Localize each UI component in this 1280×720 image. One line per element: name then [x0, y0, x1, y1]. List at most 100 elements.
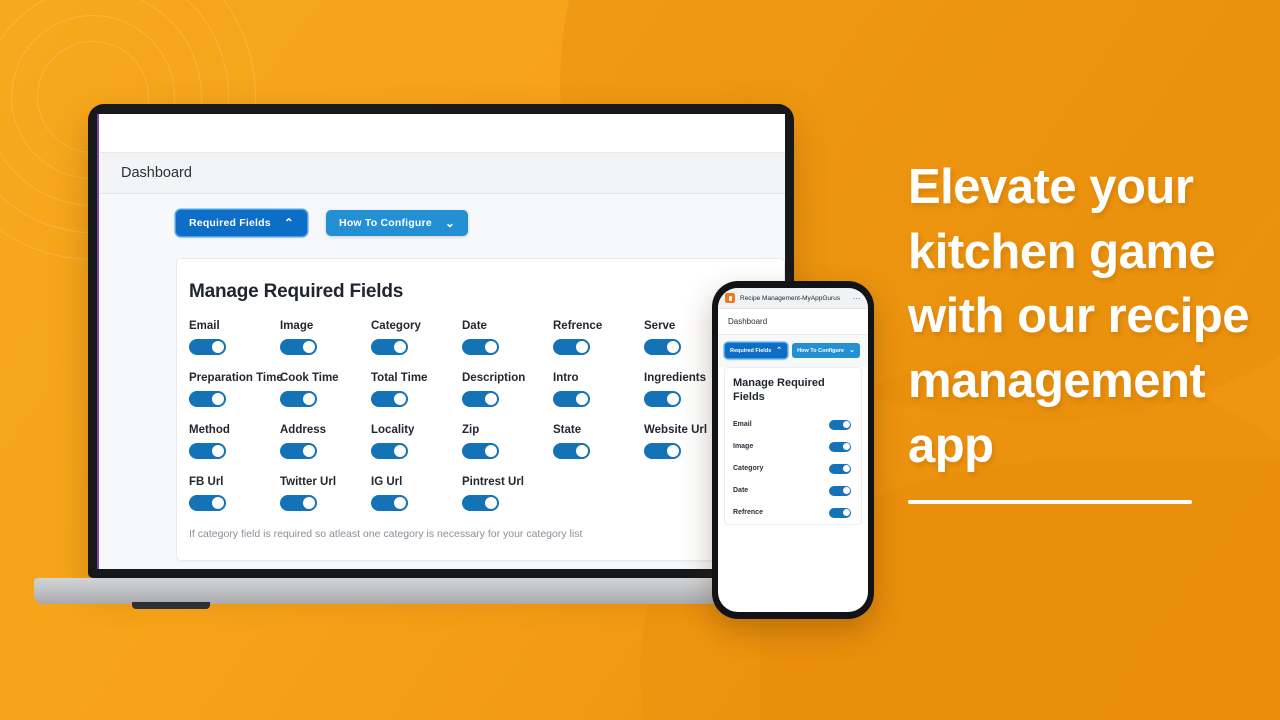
required-fields-grid: Email Image Category Date Refrence Serve Prepa… [177, 320, 784, 511]
required-field-item: State [553, 424, 644, 459]
laptop-foot [132, 602, 210, 609]
required-field-toggle[interactable] [371, 443, 408, 459]
phone-required-field-item: Category [733, 458, 853, 480]
required-field-toggle[interactable] [553, 339, 590, 355]
page-body: Required Fields ⌃ How To Configure ⌄ Man… [99, 194, 785, 569]
required-field-toggle[interactable] [280, 443, 317, 459]
phone-required-field-toggle[interactable] [829, 507, 851, 518]
phone-required-field-item: Date [733, 480, 853, 502]
required-field-item: Intro [553, 372, 644, 407]
required-field-label: Description [462, 372, 526, 384]
required-field-label: Email [189, 320, 220, 332]
promo-headline: Elevate your kitchen game with our recip… [908, 160, 1250, 473]
phone-how-to-configure-button[interactable]: How To Configure ⌄ [792, 343, 860, 358]
required-fields-row: Method Address Locality Zip State Website Url [189, 424, 784, 459]
required-field-label: Date [462, 320, 487, 332]
phone-required-field-toggle[interactable] [829, 485, 851, 496]
required-field-item: Zip [462, 424, 553, 459]
required-field-toggle[interactable] [462, 339, 499, 355]
phone-required-field-label: Date [733, 487, 749, 494]
required-field-item: Twitter Url [280, 476, 371, 511]
chevron-down-icon: ⌄ [444, 216, 456, 230]
required-fields-button[interactable]: Required Fields ⌃ [176, 210, 308, 236]
phone-action-button-row: Required Fields ⌃ How To Configure ⌄ [718, 335, 868, 367]
required-field-label: Total Time [371, 372, 428, 384]
required-field-item: Address [280, 424, 371, 459]
phone-required-field-toggle[interactable] [829, 419, 851, 430]
required-fields-row: FB Url Twitter Url IG Url Pintrest Url [189, 476, 784, 511]
chevron-up-icon: ⌃ [776, 347, 783, 354]
required-field-label: Preparation Time [189, 372, 283, 384]
phone-required-fields-list: Email Image Category Date Refrence [733, 414, 853, 524]
required-field-item: Category [371, 320, 462, 355]
required-field-label: Category [371, 320, 421, 332]
required-field-toggle[interactable] [189, 443, 226, 459]
required-field-label: State [553, 424, 582, 436]
required-field-label: Image [280, 320, 314, 332]
required-field-label: Twitter Url [280, 476, 337, 488]
required-field-toggle[interactable] [462, 391, 499, 407]
required-field-item: Cook Time [280, 372, 371, 407]
phone-required-field-item: Refrence [733, 502, 853, 524]
phone-required-fields-button[interactable]: Required Fields ⌃ [725, 343, 788, 358]
overflow-menu-icon[interactable]: ⋯ [853, 294, 862, 303]
required-field-toggle[interactable] [644, 339, 681, 355]
phone-manage-required-fields-card: Manage Required Fields Email Image Categor… [724, 367, 862, 525]
browser-topbar [99, 114, 785, 152]
required-field-item: FB Url [189, 476, 280, 511]
required-field-item: Date [462, 320, 553, 355]
required-field-label: Zip [462, 424, 480, 436]
phone-required-field-item: Email [733, 414, 853, 436]
required-field-toggle[interactable] [644, 443, 681, 459]
card-note: If category field is required so atleast… [189, 528, 583, 540]
laptop-lid: Dashboard Required Fields ⌃ How To Confi… [88, 104, 794, 578]
required-field-item: Total Time [371, 372, 462, 407]
required-field-toggle[interactable] [371, 391, 408, 407]
required-fields-label: Required Fields [189, 217, 271, 229]
required-field-toggle[interactable] [189, 339, 226, 355]
required-field-label: Locality [371, 424, 415, 436]
required-field-toggle[interactable] [371, 495, 408, 511]
phone-required-field-label: Email [733, 421, 752, 428]
breadcrumb: Dashboard [99, 152, 785, 194]
required-field-toggle[interactable] [189, 495, 226, 511]
required-field-label: Pintrest Url [462, 476, 524, 488]
required-fields-row: Email Image Category Date Refrence Serve [189, 320, 784, 355]
required-field-item: Method [189, 424, 280, 459]
phone-screen: Recipe Management-MyAppGurus ⋯ Dashboard… [718, 288, 868, 612]
required-field-toggle[interactable] [553, 443, 590, 459]
required-field-label: Method [189, 424, 230, 436]
phone-card-title: Manage Required Fields [733, 377, 825, 403]
required-field-toggle[interactable] [371, 339, 408, 355]
required-field-label: Address [280, 424, 327, 436]
phone-required-field-label: Category [733, 465, 764, 472]
phone-required-field-item: Image [733, 436, 853, 458]
required-field-toggle[interactable] [280, 495, 317, 511]
phone-required-fields-label: Required Fields [730, 347, 772, 354]
required-field-label: FB Url [189, 476, 224, 488]
required-field-toggle[interactable] [189, 391, 226, 407]
breadcrumb-label: Dashboard [121, 165, 192, 181]
required-field-item: Pintrest Url [462, 476, 553, 511]
phone-required-field-toggle[interactable] [829, 463, 851, 474]
required-field-label: Intro [553, 372, 579, 384]
required-field-toggle[interactable] [644, 391, 681, 407]
required-field-item: Locality [371, 424, 462, 459]
how-to-configure-button[interactable]: How To Configure ⌄ [326, 210, 469, 236]
required-field-toggle[interactable] [462, 495, 499, 511]
required-field-item: Email [189, 320, 280, 355]
phone-required-field-toggle[interactable] [829, 441, 851, 452]
required-field-toggle[interactable] [553, 391, 590, 407]
required-field-item: IG Url [371, 476, 462, 511]
promo-block: Elevate your kitchen game with our recip… [908, 155, 1268, 505]
required-field-toggle[interactable] [280, 339, 317, 355]
promo-underline [908, 500, 1192, 505]
laptop-mockup: Dashboard Required Fields ⌃ How To Confi… [34, 104, 848, 609]
card-title: Manage Required Fields [189, 281, 404, 302]
phone-how-to-configure-label: How To Configure [797, 347, 845, 354]
required-field-toggle[interactable] [280, 391, 317, 407]
required-fields-row: Preparation Time Cook Time Total Time Descr… [189, 372, 784, 407]
action-button-row: Required Fields ⌃ How To Configure ⌄ [99, 210, 785, 236]
phone-breadcrumb: Dashboard [718, 309, 868, 335]
required-field-toggle[interactable] [462, 443, 499, 459]
